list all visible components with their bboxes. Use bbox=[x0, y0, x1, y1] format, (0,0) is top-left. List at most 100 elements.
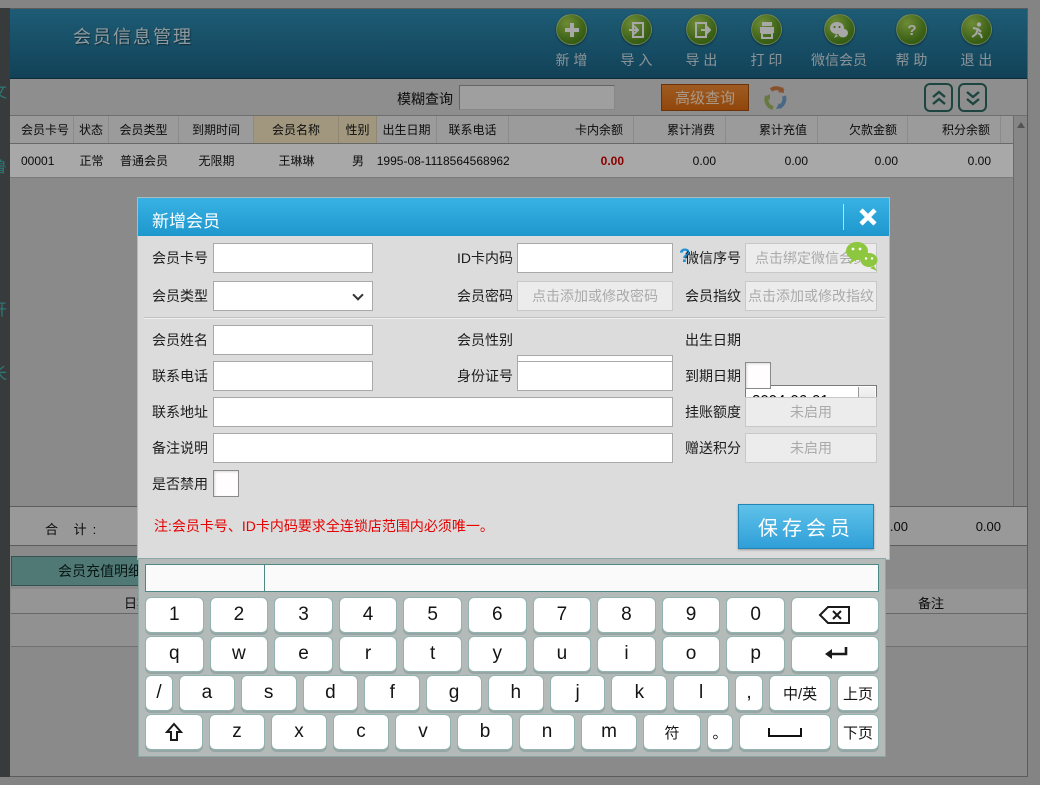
address-field-wrap bbox=[213, 397, 673, 427]
remark-field-wrap bbox=[213, 433, 673, 463]
key-3[interactable]: 3 bbox=[274, 597, 333, 633]
unique-note-text: 注:会员卡号、ID卡内码要求全连锁店范围内必须唯一。 bbox=[154, 516, 494, 536]
key-m[interactable]: m bbox=[581, 714, 637, 750]
address-label: 联系地址 bbox=[146, 397, 208, 427]
gift-points-label: 赠送积分 bbox=[676, 433, 741, 463]
keyboard-row-3: / a s d f g h j k l , 中/英 上页 bbox=[145, 675, 879, 711]
key-7[interactable]: 7 bbox=[533, 597, 592, 633]
address-input[interactable] bbox=[213, 397, 673, 427]
key-0[interactable]: 0 bbox=[726, 597, 785, 633]
close-icon[interactable] bbox=[852, 202, 884, 232]
symbols-key[interactable]: 符 bbox=[643, 714, 701, 750]
key-period[interactable]: 。 bbox=[707, 714, 733, 750]
fingerprint-label: 会员指纹 bbox=[676, 281, 741, 311]
password-field[interactable]: 点击添加或修改密码 bbox=[517, 281, 673, 311]
key-v[interactable]: v bbox=[395, 714, 451, 750]
id-number-input[interactable] bbox=[517, 361, 673, 391]
keyboard-display[interactable] bbox=[145, 564, 879, 592]
key-n[interactable]: n bbox=[519, 714, 575, 750]
key-comma[interactable]: , bbox=[735, 675, 763, 711]
member-type-select[interactable] bbox=[213, 281, 373, 311]
key-8[interactable]: 8 bbox=[597, 597, 656, 633]
key-w[interactable]: w bbox=[210, 636, 269, 672]
enter-icon bbox=[820, 644, 850, 664]
credit-limit-label: 挂账额度 bbox=[676, 397, 741, 427]
key-p[interactable]: p bbox=[726, 636, 785, 672]
name-input[interactable] bbox=[213, 325, 373, 355]
key-s[interactable]: s bbox=[241, 675, 297, 711]
id-number-label: 身份证号 bbox=[448, 361, 513, 391]
key-q[interactable]: q bbox=[145, 636, 204, 672]
phone-input[interactable] bbox=[213, 361, 373, 391]
key-r[interactable]: r bbox=[339, 636, 398, 672]
key-6[interactable]: 6 bbox=[468, 597, 527, 633]
remark-input[interactable] bbox=[213, 433, 673, 463]
lang-toggle-key[interactable]: 中/英 bbox=[769, 675, 831, 711]
id-code-input[interactable] bbox=[517, 243, 673, 273]
remark-label: 备注说明 bbox=[146, 433, 208, 463]
key-2[interactable]: 2 bbox=[210, 597, 269, 633]
key-l[interactable]: l bbox=[673, 675, 729, 711]
key-b[interactable]: b bbox=[457, 714, 513, 750]
gender-label: 会员性别 bbox=[448, 325, 513, 355]
key-i[interactable]: i bbox=[597, 636, 656, 672]
titlebar-divider bbox=[843, 204, 844, 230]
card-no-input[interactable] bbox=[213, 243, 373, 273]
keyboard-row-2: q w e r t y u i o p bbox=[145, 636, 879, 672]
key-c[interactable]: c bbox=[333, 714, 389, 750]
key-1[interactable]: 1 bbox=[145, 597, 204, 633]
member-management-screen: 会员信息管理 新 增 导 入 bbox=[0, 0, 1040, 785]
key-5[interactable]: 5 bbox=[403, 597, 462, 633]
expiry-date-checkbox[interactable] bbox=[745, 362, 771, 389]
key-j[interactable]: j bbox=[550, 675, 606, 711]
onscreen-keyboard: 1 2 3 4 5 6 7 8 9 0 q w e r t y u i o p bbox=[138, 558, 886, 757]
key-slash[interactable]: / bbox=[145, 675, 173, 711]
backspace-key[interactable] bbox=[791, 597, 879, 633]
key-o[interactable]: o bbox=[662, 636, 721, 672]
card-no-field-wrap bbox=[213, 243, 373, 273]
key-t[interactable]: t bbox=[403, 636, 462, 672]
shift-icon bbox=[165, 722, 183, 742]
phone-field-wrap bbox=[213, 361, 373, 391]
space-key[interactable] bbox=[739, 714, 831, 750]
key-h[interactable]: h bbox=[488, 675, 544, 711]
enter-key[interactable] bbox=[791, 636, 879, 672]
wechat-bind-icon[interactable] bbox=[844, 240, 880, 277]
key-g[interactable]: g bbox=[426, 675, 482, 711]
dialog-title: 新增会员 bbox=[152, 207, 220, 232]
credit-limit-field: 未启用 bbox=[745, 397, 877, 427]
backspace-icon bbox=[818, 605, 852, 625]
key-f[interactable]: f bbox=[364, 675, 420, 711]
key-y[interactable]: y bbox=[468, 636, 527, 672]
disable-flag-label: 是否禁用 bbox=[146, 469, 208, 499]
key-d[interactable]: d bbox=[303, 675, 359, 711]
keyboard-row-4: z x c v b n m 符 。 下页 bbox=[145, 714, 879, 750]
id-number-field-wrap bbox=[517, 361, 673, 391]
phone-label: 联系电话 bbox=[146, 361, 208, 391]
prev-page-key[interactable]: 上页 bbox=[837, 675, 879, 711]
fingerprint-field[interactable]: 点击添加或修改指纹 bbox=[745, 281, 877, 311]
key-x[interactable]: x bbox=[271, 714, 327, 750]
key-4[interactable]: 4 bbox=[339, 597, 398, 633]
key-k[interactable]: k bbox=[611, 675, 667, 711]
shift-key[interactable] bbox=[145, 714, 203, 750]
next-page-key[interactable]: 下页 bbox=[837, 714, 879, 750]
save-member-button[interactable]: 保存会员 bbox=[738, 504, 874, 549]
disable-flag-checkbox[interactable] bbox=[213, 470, 239, 497]
keyboard-row-1: 1 2 3 4 5 6 7 8 9 0 bbox=[145, 597, 879, 633]
chevron-down-icon bbox=[352, 289, 363, 300]
add-member-dialog: 新增会员 会员卡号 ID卡内码 ? 微信序号 点击绑定微信会员 会员类型 会员密… bbox=[137, 197, 890, 560]
member-type-label: 会员类型 bbox=[146, 281, 208, 311]
display-divider bbox=[264, 565, 265, 591]
name-label: 会员姓名 bbox=[146, 325, 208, 355]
birth-date-label: 出生日期 bbox=[676, 325, 741, 355]
password-label: 会员密码 bbox=[448, 281, 513, 311]
key-u[interactable]: u bbox=[533, 636, 592, 672]
key-z[interactable]: z bbox=[209, 714, 265, 750]
key-e[interactable]: e bbox=[274, 636, 333, 672]
section-divider bbox=[144, 317, 885, 319]
key-a[interactable]: a bbox=[179, 675, 235, 711]
id-code-label: ID卡内码 bbox=[448, 243, 513, 273]
key-9[interactable]: 9 bbox=[662, 597, 721, 633]
wechat-no-label: 微信序号 bbox=[676, 243, 741, 273]
